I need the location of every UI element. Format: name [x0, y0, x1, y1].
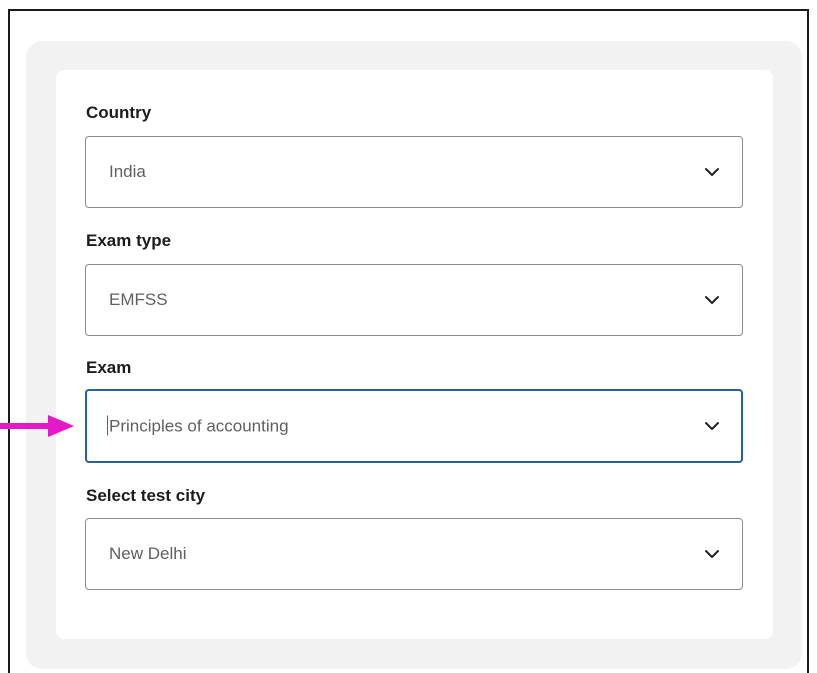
test-city-label: Select test city: [86, 486, 206, 505]
test-city-value: New Delhi: [109, 544, 187, 563]
chevron-down-icon: [705, 550, 719, 558]
exam-label: Exam: [86, 358, 132, 377]
text-cursor: [107, 415, 108, 436]
exam-type-label: Exam type: [86, 231, 172, 250]
country-label: Country: [86, 103, 152, 122]
country-value: India: [109, 162, 146, 181]
chevron-down-icon: [705, 296, 719, 304]
exam-value-text: Principles of accounting: [109, 416, 289, 436]
exam-select[interactable]: Principles of accounting: [85, 389, 743, 463]
exam-type-select[interactable]: EMFSS: [85, 264, 743, 336]
test-city-select[interactable]: New Delhi: [85, 518, 743, 590]
chevron-down-icon: [705, 422, 719, 430]
chevron-down-icon: [705, 168, 719, 176]
arrow-right-icon: [0, 415, 74, 437]
country-select[interactable]: India: [85, 136, 743, 208]
exam-value: Principles of accounting: [107, 415, 289, 437]
exam-type-value: EMFSS: [109, 290, 168, 309]
